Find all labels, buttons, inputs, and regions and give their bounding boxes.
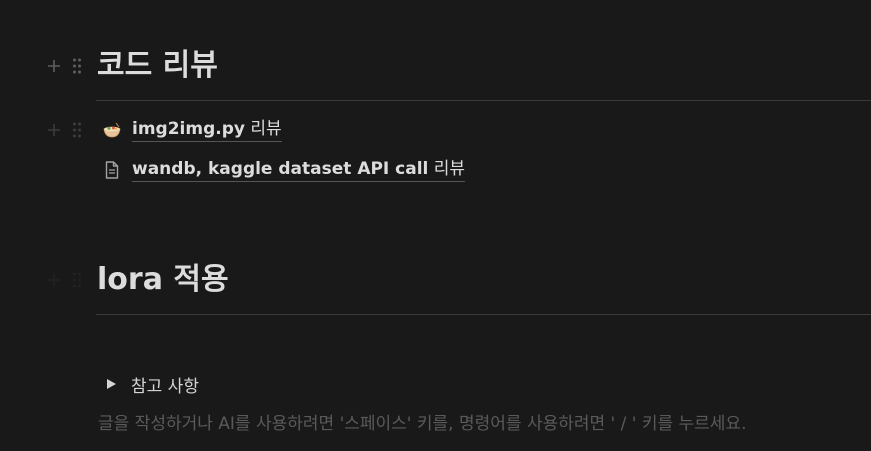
toggle-arrow-icon[interactable] — [101, 374, 121, 394]
section-heading[interactable]: 코드 리뷰 — [97, 48, 218, 84]
block-handle — [44, 270, 82, 290]
page-link[interactable]: img2img.py 리뷰 — [101, 116, 282, 144]
block-handle — [44, 120, 82, 140]
block-handle — [44, 56, 82, 76]
toggle-label[interactable]: 참고 사항 — [131, 372, 199, 397]
toggle-block: 참고 사항 — [101, 370, 199, 398]
plus-icon[interactable] — [44, 56, 64, 76]
divider — [96, 314, 871, 315]
drag-handle-icon[interactable] — [72, 121, 82, 139]
notion-page: 코드 리뷰 img2img.py 리뷰 wandb, kaggle datase… — [0, 0, 871, 451]
divider — [96, 100, 871, 101]
plus-icon[interactable] — [44, 120, 64, 140]
page-link-title: wandb, kaggle dataset API call 리뷰 — [132, 158, 466, 182]
document-icon — [101, 159, 123, 181]
editor-placeholder[interactable]: 글을 작성하거나 AI를 사용하려면 '스페이스' 키를, 명령어를 사용하려면… — [98, 411, 746, 437]
drag-handle-icon[interactable] — [72, 57, 82, 75]
page-link[interactable]: wandb, kaggle dataset API call 리뷰 — [101, 156, 466, 184]
page-link-title: img2img.py 리뷰 — [132, 118, 282, 142]
bowl-emoji-icon — [101, 119, 123, 141]
drag-handle-icon[interactable] — [72, 271, 82, 289]
section-heading[interactable]: lora 적용 — [97, 262, 229, 298]
plus-icon[interactable] — [44, 270, 64, 290]
